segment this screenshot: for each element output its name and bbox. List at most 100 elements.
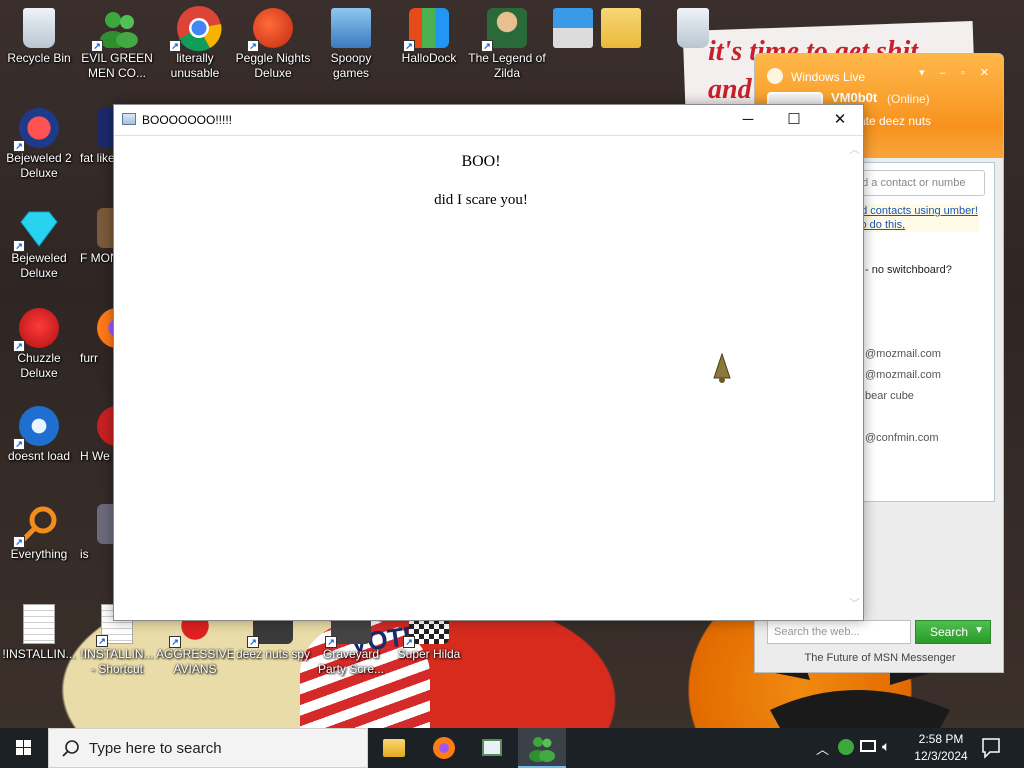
- chuzzle-icon: ↗: [13, 308, 59, 352]
- clock-date: 12/3/2024: [914, 749, 968, 763]
- peggle-icon: ↗: [247, 8, 293, 52]
- shortcut-arrow-icon: ↗: [13, 536, 25, 548]
- search-button-label: Search: [930, 625, 969, 639]
- shortcut-arrow-icon: ↗: [13, 438, 25, 450]
- dialog-titlebar[interactable]: BOOOOOOO!!!!! ─ ☐ ✕: [114, 105, 863, 136]
- scroll-down-icon[interactable]: ﹀: [849, 599, 860, 610]
- desktop-icon-label: Bejeweled 2 Deluxe: [6, 151, 72, 180]
- desktop-icon-recycle-bin-2[interactable]: [654, 8, 732, 51]
- taskbar: Type here to search ︿ 🔈︎ 2:58 PM 12/3/20…: [0, 728, 1024, 768]
- windows-logo-icon: [16, 740, 31, 755]
- chevron-down-icon[interactable]: ▼: [974, 625, 984, 636]
- clock-time: 2:58 PM: [918, 732, 964, 746]
- maximize-button[interactable]: ☐: [771, 105, 817, 136]
- msn-personal-message[interactable]: rate deez nuts: [855, 114, 931, 128]
- dialog-content: BOO! did I scare you!: [114, 137, 848, 620]
- wallpaper-text: and: [708, 74, 752, 105]
- msn-logo-icon: [767, 68, 783, 84]
- contact-item[interactable]: @confmin.com: [865, 432, 939, 444]
- find-contact-input[interactable]: nd a contact or numbe: [851, 170, 985, 196]
- desktop-icon-label: Graveyard Party Scre...: [317, 647, 385, 676]
- desktop-icon-label: !INSTALLIN... - Shortcut: [80, 647, 154, 676]
- desktop-icon-label: Bejeweled Deluxe: [11, 251, 67, 280]
- desktop-icon-folder[interactable]: [582, 8, 660, 51]
- taskbar-clock[interactable]: 2:58 PM 12/3/2024: [912, 731, 970, 765]
- desktop-icon-peggle[interactable]: ↗ Peggle Nights Deluxe: [234, 8, 312, 81]
- msn-username[interactable]: VM0b0t: [831, 90, 877, 105]
- desktop-icon-label: EVIL GREEN MEN CO...: [81, 51, 153, 80]
- thunderbird-icon: ↗: [13, 406, 59, 450]
- shortcut-arrow-icon: ↗: [13, 140, 25, 152]
- taskbar-app-window[interactable]: [468, 728, 516, 768]
- search-magnifier-icon: ↗: [13, 504, 59, 548]
- desktop-icon-literally-unusable[interactable]: ↗ literally unusable: [156, 6, 234, 81]
- notification-center-button[interactable]: [976, 736, 1006, 760]
- desktop-icon-label: Recycle Bin: [7, 51, 71, 65]
- desktop-icon-label: Everything: [10, 547, 68, 561]
- taskbar-msn[interactable]: [518, 728, 566, 768]
- desktop-icon-label: Super Hilda: [397, 647, 461, 661]
- close-button[interactable]: ✕: [817, 105, 863, 136]
- shortcut-arrow-icon: ↗: [247, 636, 259, 648]
- shortcut-arrow-icon: ↗: [169, 636, 181, 648]
- shortcut-arrow-icon: ↗: [325, 636, 337, 648]
- file-explorer-icon: [383, 739, 405, 757]
- notification-icon: [982, 738, 1000, 759]
- msn-title: Windows Live: [791, 70, 866, 84]
- network-computers-icon: [331, 8, 371, 48]
- contact-item[interactable]: @mozmail.com: [865, 369, 941, 381]
- desktop-icon-recycle-bin[interactable]: Recycle Bin: [0, 8, 78, 66]
- start-button[interactable]: [0, 728, 48, 768]
- desktop-icon-bejeweled[interactable]: ↗ Bejeweled Deluxe: [0, 208, 78, 281]
- shortcut-arrow-icon: ↗: [96, 635, 108, 647]
- chevron-up-icon[interactable]: ︿: [816, 739, 829, 758]
- minimize-icon: ─: [742, 111, 754, 128]
- taskbar-file-explorer[interactable]: [370, 728, 418, 768]
- desktop-icon-evil-green-men[interactable]: ↗ EVIL GREEN MEN CO...: [78, 8, 156, 81]
- desktop-icon-installing[interactable]: !INSTALLIN...: [0, 604, 78, 662]
- msn-window-controls[interactable]: ▾ – ▫ ✕: [919, 66, 995, 79]
- shortcut-arrow-icon: ↗: [169, 40, 181, 52]
- game-character-icon: ↗: [481, 8, 527, 52]
- network-icon[interactable]: [860, 740, 876, 752]
- web-search-input[interactable]: Search the web...: [767, 620, 911, 644]
- desktop-icon-everything[interactable]: ↗ Everything: [0, 504, 78, 562]
- shortcut-arrow-icon: ↗: [13, 340, 25, 352]
- dialog-message: did I scare you!: [434, 192, 528, 208]
- shortcut-arrow-icon: ↗: [13, 240, 25, 252]
- msn-buddies-icon: ↗: [91, 8, 138, 52]
- desktop-icon-label: HalloDock: [401, 51, 457, 65]
- dialog-scrollbar[interactable]: ︿ ﹀: [846, 137, 863, 620]
- desktop-icon-spoopy-games[interactable]: Spoopy games: [312, 8, 390, 81]
- desktop-icon-chuzzle[interactable]: ↗ Chuzzle Deluxe: [0, 308, 78, 381]
- search-button[interactable]: Search ▼: [915, 620, 991, 644]
- folder-icon: [601, 8, 641, 48]
- diamond-icon: ↗: [13, 208, 59, 252]
- desktop-icon-label: doesnt load: [7, 449, 71, 463]
- shortcut-arrow-icon: ↗: [403, 40, 415, 52]
- volume-icon[interactable]: 🔈︎: [882, 738, 890, 755]
- desktop-icon-hallodock[interactable]: ↗ HalloDock: [390, 8, 468, 66]
- desktop-icon-bejeweled2[interactable]: ↗ Bejeweled 2 Deluxe: [0, 108, 78, 181]
- add-contacts-info-link[interactable]: dd contacts using umber! To do this,: [855, 204, 979, 232]
- contact-item[interactable]: bear cube: [865, 390, 914, 402]
- boo-dialog-window[interactable]: BOOOOOOO!!!!! ─ ☐ ✕ BOO! did I scare you…: [113, 104, 864, 621]
- scroll-up-icon[interactable]: ︿: [849, 145, 860, 156]
- desktop-icon-label: AGGRESSIVE AVIANS: [156, 647, 234, 676]
- contact-item[interactable]: @mozmail.com: [865, 348, 941, 360]
- desktop-icon-doesnt-load[interactable]: ↗ doesnt load: [0, 406, 78, 464]
- window-app-icon: [122, 113, 136, 125]
- msn-status[interactable]: (Online): [887, 92, 930, 106]
- dialog-heading: BOO!: [461, 153, 501, 170]
- maximize-icon: ☐: [787, 111, 801, 128]
- desktop-icon-label: !INSTALLIN...: [2, 647, 76, 661]
- system-tray: ︿ 🔈︎: [812, 728, 912, 768]
- minimize-button[interactable]: ─: [725, 105, 771, 136]
- msn-tray-icon[interactable]: [838, 739, 854, 755]
- taskbar-firefox[interactable]: [420, 728, 468, 768]
- contact-item[interactable]: - no switchboard?: [865, 264, 952, 276]
- firefox-icon: [433, 737, 455, 759]
- taskbar-search-box[interactable]: Type here to search: [48, 728, 368, 768]
- close-icon: ✕: [833, 111, 847, 128]
- shortcut-arrow-icon: ↗: [403, 636, 415, 648]
